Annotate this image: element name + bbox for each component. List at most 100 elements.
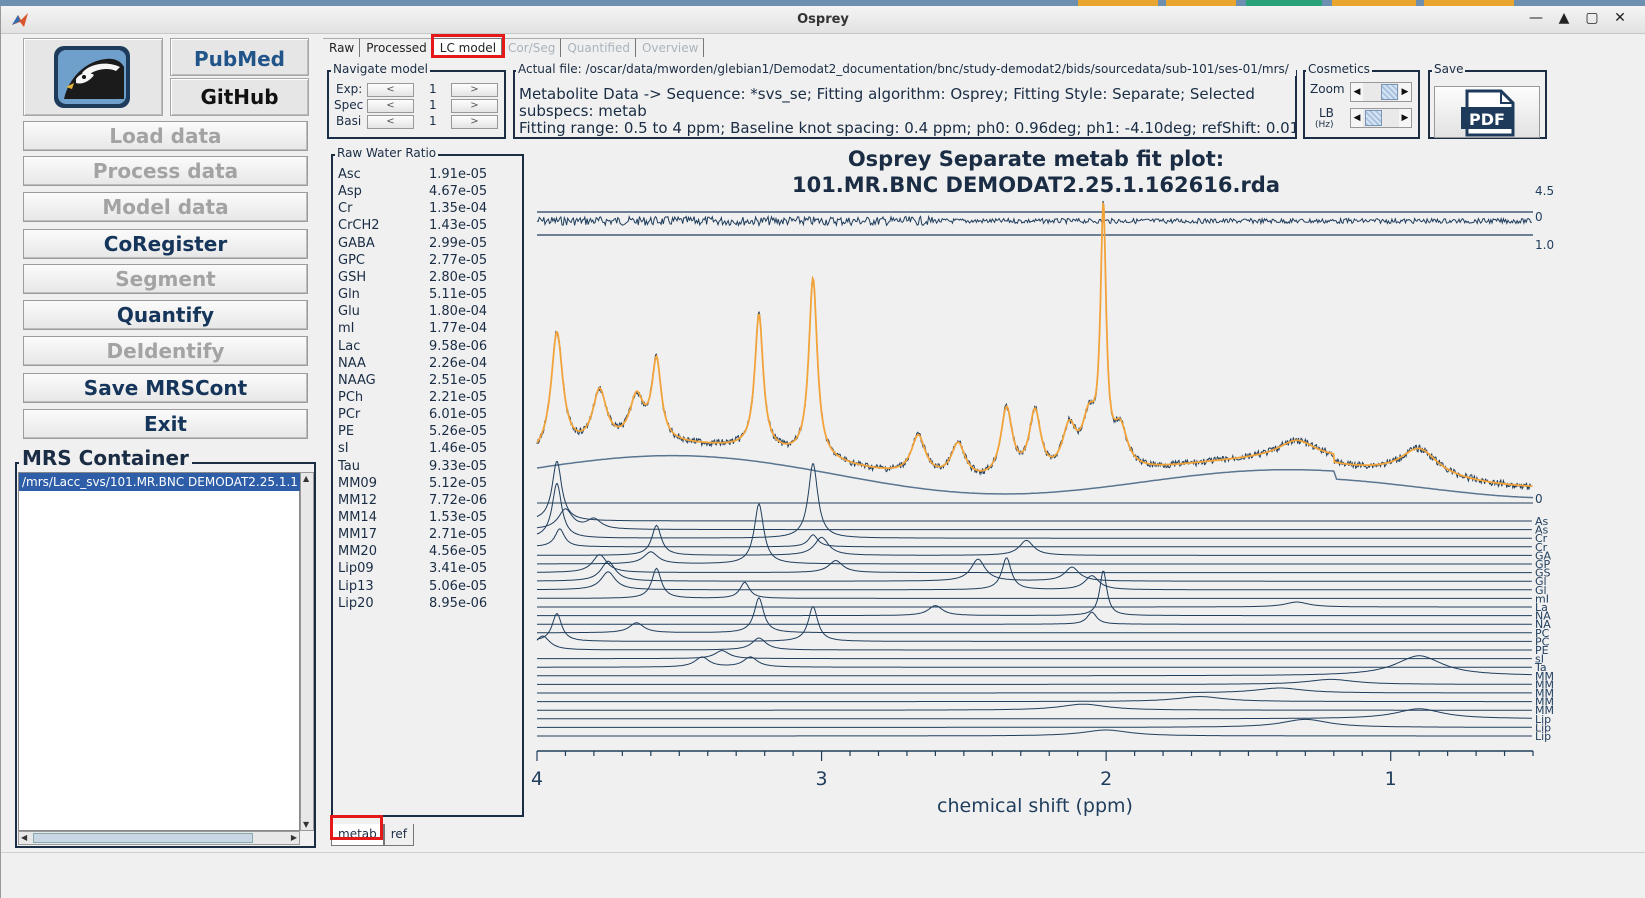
scroll-thumb[interactable] [33,833,253,843]
ratio-row: GABA 2.99e-05 [338,235,487,252]
zoom-slider[interactable]: ◀ ▶ [1350,82,1412,102]
minimize-icon[interactable]: — [1529,10,1543,26]
tab-quantified[interactable]: Quantified [561,38,636,57]
scroll-up-icon[interactable]: ▲ [303,474,309,483]
basis-label: MM [1535,687,1554,700]
zoom-decrease-icon[interactable]: ◀ [1351,83,1363,101]
plot-title-line-2: 101.MR.BNC DEMODAT2.25.1.162616.rda [791,173,1281,197]
tab-metab[interactable]: metab [331,824,384,846]
x-tick-label: 1 [1385,768,1397,790]
segment-button[interactable]: Segment [23,264,308,294]
metabolite-name: Lip13 [338,578,374,594]
lb-decrease-icon[interactable]: ◀ [1351,109,1363,127]
basis-label: PC [1535,635,1550,648]
pubmed-button[interactable]: PubMed [170,38,309,76]
ratio-row: GSH 2.80e-05 [338,269,487,286]
fit-trace [536,202,1533,488]
metabolite-name: MM20 [338,544,377,560]
mrs-container-list[interactable]: /mrs/Lacc_svs/101.MR.BNC DEMODAT2.25.1.1 [18,472,301,831]
x-tick-label: 2 [1100,768,1112,790]
basis-trace [536,635,1532,651]
lb-thumb[interactable] [1365,110,1382,126]
close-icon[interactable]: ✕ [1613,10,1627,26]
info-line-1: Metabolite Data -> Sequence: *svs_se; Fi… [519,86,1255,103]
ratio-row: Lip09 3.41e-05 [338,560,487,577]
basis-label: La [1535,601,1548,614]
metabolite-name: Lac [338,338,361,354]
lb-increase-icon[interactable]: ▶ [1399,109,1411,127]
ratio-row: Asp 4.67e-05 [338,183,487,200]
basis-next-button[interactable]: > [451,115,498,129]
basis-trace [537,696,1532,703]
basis-label: Cr [1535,541,1548,554]
github-button[interactable]: GitHub [170,78,309,116]
tab-processed[interactable]: Processed [360,38,433,57]
basis-trace [537,567,1532,599]
ratio-value: 5.12e-05 [429,475,488,491]
basis-label: GA [1535,549,1552,562]
ratio-value: 1.80e-04 [429,304,488,320]
restore-icon[interactable]: ▢ [1585,10,1599,26]
ratio-value: 2.99e-05 [429,235,488,251]
ratio-value: 1.43e-05 [429,218,488,234]
scroll-left-icon[interactable]: ◀ [21,833,27,842]
ratio-row: NAA 2.26e-04 [338,355,487,372]
basis-trace [537,558,1532,582]
tab-cor-seg[interactable]: Cor/Seg [502,38,562,57]
metabolite-name: GABA [338,235,375,251]
save-pdf-button[interactable]: PDF [1434,86,1540,138]
ratio-value: 1.77e-04 [429,321,488,337]
maximize-up-icon[interactable]: ▲ [1557,10,1571,26]
tab-lc-model[interactable]: LC model [432,38,503,57]
exp-prev-button[interactable]: < [367,83,414,97]
ratio-value: 7.72e-06 [429,492,488,508]
scroll-right-icon[interactable]: ▶ [291,833,297,842]
tab-ref[interactable]: ref [383,824,415,846]
basis-prev-button[interactable]: < [367,115,414,129]
load-data-button[interactable]: Load data [23,121,308,151]
process-data-button[interactable]: Process data [23,156,308,186]
metabolite-name: Lip20 [338,595,374,611]
baseline-trace [536,454,1534,499]
right-axis-label: 1.0 [1535,238,1554,252]
exit-button[interactable]: Exit [23,409,308,439]
navigate-model-title: Navigate model [331,62,431,76]
lb-label: LB [1319,106,1334,120]
ratio-value: 8.95e-06 [429,595,488,611]
horizontal-scrollbar[interactable]: ◀ ▶ [18,831,300,845]
tab-overview[interactable]: Overview [635,38,705,57]
deidentify-button[interactable]: DeIdentify [23,336,308,366]
basis-label: Cr [1535,532,1548,545]
osprey-logo-button[interactable] [23,38,163,116]
lb-slider[interactable]: ◀ ▶ [1350,108,1412,128]
ratio-row: Lip20 8.95e-06 [338,595,487,612]
basis-label: NA [1535,618,1551,631]
basis-trace [537,708,1532,720]
list-item[interactable]: /mrs/Lacc_svs/101.MR.BNC DEMODAT2.25.1.1 [19,473,301,491]
basis-label: As [1535,524,1549,537]
basis-label: MM [1535,670,1554,683]
spec-prev-button[interactable]: < [367,99,414,113]
basis-label: NA [1535,610,1551,623]
basis-trace [537,678,1532,685]
coregister-button[interactable]: CoRegister [23,229,308,259]
osprey-logo-icon [54,46,130,108]
scroll-down-icon[interactable]: ▼ [303,820,309,829]
model-data-button[interactable]: Model data [23,192,308,222]
tab-raw[interactable]: Raw [323,38,361,57]
x-tick-label: 3 [816,768,828,790]
right-axis-label: 0 [1535,492,1543,506]
ratio-row: MM12 7.72e-06 [338,492,487,509]
basis-label: MM [1535,704,1554,717]
quantify-button[interactable]: Quantify [23,300,308,330]
spec-next-button[interactable]: > [451,99,498,113]
save-mrscont-button[interactable]: Save MRSCont [23,373,308,403]
zoom-increase-icon[interactable]: ▶ [1399,83,1411,101]
vertical-scrollbar[interactable]: ▲ ▼ [300,472,314,831]
info-line-2: subspecs: metab [519,102,647,120]
ratio-row: Lip13 5.06e-05 [338,578,487,595]
metabolite-name: MM17 [338,527,377,543]
ratio-value: 5.26e-05 [429,424,488,440]
zoom-thumb[interactable] [1381,84,1398,100]
exp-next-button[interactable]: > [451,83,498,97]
